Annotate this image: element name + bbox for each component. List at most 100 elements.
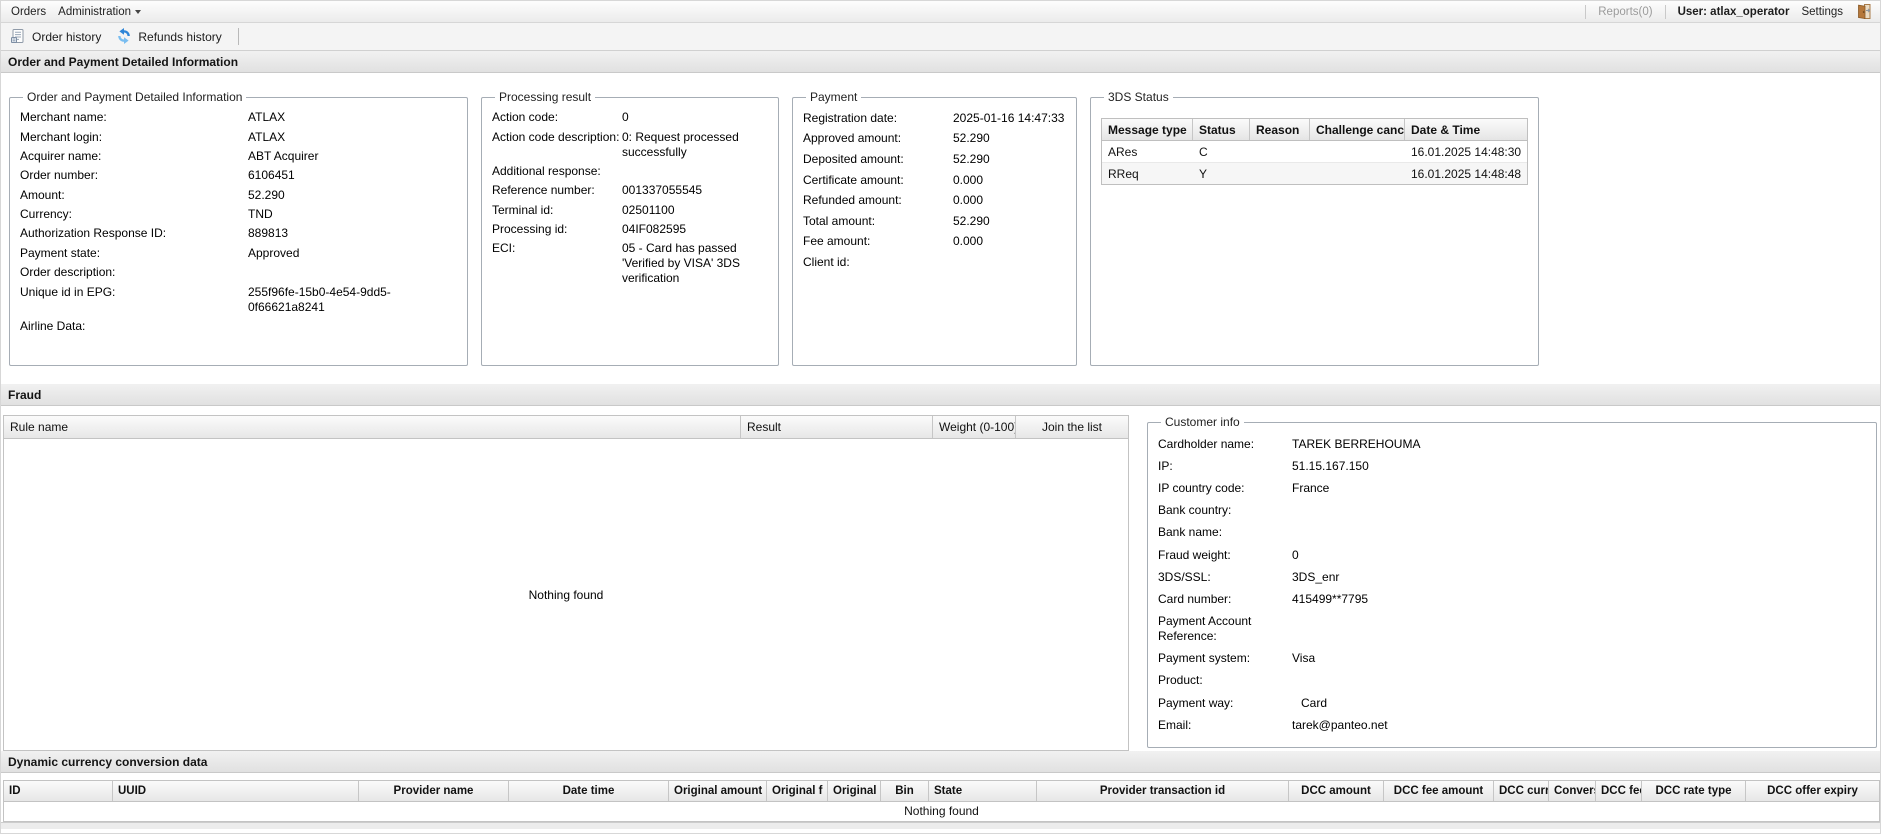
field-row: Airline Data: <box>20 317 457 336</box>
field-value: 001337055545 <box>622 183 703 198</box>
field-row: Bank country: <box>1158 500 1866 522</box>
field-value: Visa <box>1292 651 1316 666</box>
field-value: 52.290 <box>953 213 990 228</box>
field-label: Payment state: <box>20 245 101 260</box>
dcc-table: ID UUID Provider name Date time Original… <box>3 780 1880 822</box>
table-row[interactable]: ARes C 16.01.2025 14:48:30 <box>1102 141 1527 163</box>
field-label: Unique id in EPG: <box>20 284 116 299</box>
field-row: Currency: TND <box>20 205 457 224</box>
column-header[interactable]: ID <box>4 781 112 801</box>
table-row[interactable]: RReq Y 16.01.2025 14:48:48 <box>1102 163 1527 184</box>
field-value: 889813 <box>248 226 289 241</box>
cell-status: C <box>1199 144 1208 159</box>
menu-separator <box>1664 4 1666 19</box>
column-header[interactable]: Result <box>740 416 932 438</box>
field-label: Merchant login: <box>20 129 103 144</box>
cell-status: Y <box>1199 166 1208 181</box>
column-header[interactable]: Provider transaction id <box>1036 781 1288 801</box>
column-header[interactable]: DCC fee <box>1595 781 1641 801</box>
order-info-panel: Order and Payment Detailed Information M… <box>9 90 468 366</box>
toolbar-separator <box>237 28 239 45</box>
field-row: Processing id: 04IF082595 <box>492 220 768 239</box>
cell-message-type: ARes <box>1108 144 1138 159</box>
column-header[interactable]: Date & Time <box>1405 119 1527 140</box>
field-row: Card number: 415499**7795 <box>1158 588 1866 610</box>
column-header[interactable]: Challenge cancel <box>1310 119 1405 140</box>
field-row: Additional response: <box>492 162 768 181</box>
page-title: Order and Payment Detailed Information <box>1 51 1880 73</box>
field-label: Acquirer name: <box>20 148 102 163</box>
detail-panels: Order and Payment Detailed Information M… <box>1 73 1880 384</box>
field-label: Payment system: <box>1158 651 1251 666</box>
field-label: Card number: <box>1158 591 1232 606</box>
field-row: Merchant name: ATLAX <box>20 108 457 127</box>
dcc-table-body: Nothing found <box>3 802 1880 822</box>
field-row: Deposited amount: 52.290 <box>803 149 1066 170</box>
field-label: Authorization Response ID: <box>20 226 167 241</box>
field-row: Bank name: <box>1158 522 1866 544</box>
customer-info-legend: Customer info <box>1165 415 1240 429</box>
field-row: Product: <box>1158 670 1866 692</box>
column-header[interactable]: DCC offer expiry <box>1745 781 1879 801</box>
field-label: 3DS/SSL: <box>1158 569 1211 584</box>
field-value: tarek@panteo.net <box>1292 717 1388 732</box>
menu-item-reports[interactable]: Reports(0) <box>1598 6 1652 18</box>
column-header[interactable]: Original amount <box>668 781 766 801</box>
column-header[interactable]: UUID <box>112 781 358 801</box>
column-header[interactable]: Reason <box>1250 119 1310 140</box>
column-header[interactable]: Bin <box>880 781 928 801</box>
menu-orders-label: Orders <box>11 5 47 18</box>
menu-item-orders[interactable]: Orders <box>9 6 52 18</box>
customer-info-panel: Customer info Cardholder name: TAREK BERR… <box>1147 415 1877 748</box>
payment-panel: Payment Registration date: 2025-01-16 14:… <box>792 90 1077 366</box>
column-header[interactable]: Provider name <box>358 781 508 801</box>
field-row: Email: tarek@panteo.net <box>1158 714 1866 736</box>
column-header[interactable]: State <box>928 781 1036 801</box>
menu-item-settings[interactable]: Settings <box>1801 6 1843 18</box>
processing-result-panel: Processing result Action code: 0 Action c… <box>481 90 779 366</box>
column-header[interactable]: Status <box>1193 119 1250 140</box>
order-history-button[interactable]: Order history <box>7 26 107 47</box>
field-label: Bank name: <box>1158 525 1223 540</box>
field-label: Refunded amount: <box>803 193 902 208</box>
column-header[interactable]: Date time <box>508 781 668 801</box>
top-menu-bar: Orders Administration Reports(0) User: a… <box>1 1 1880 23</box>
column-header[interactable]: Weight (0-100) <box>932 416 1015 438</box>
field-label: Fraud weight: <box>1158 547 1231 562</box>
field-row: Reference number: 001337055545 <box>492 181 768 200</box>
logout-door-icon[interactable] <box>1855 3 1872 20</box>
column-header[interactable]: DCC curr <box>1493 781 1548 801</box>
field-label: Cardholder name: <box>1158 436 1255 451</box>
field-value: 52.290 <box>953 131 990 146</box>
column-header[interactable]: Original f <box>766 781 827 801</box>
fraud-section: Rule name Result Weight (0-100) Join the… <box>1 406 1880 751</box>
field-row: Payment state: Approved <box>20 244 457 263</box>
refunds-history-button[interactable]: Refunds history <box>113 26 227 47</box>
field-value: 0.000 <box>953 234 984 249</box>
column-header[interactable]: Original c <box>827 781 880 801</box>
field-label: Deposited amount: <box>803 151 904 166</box>
field-value <box>248 265 457 280</box>
field-row: 3DS/SSL: 3DS_enr <box>1158 566 1866 588</box>
menu-item-administration[interactable]: Administration <box>52 6 147 18</box>
column-header[interactable]: Message type <box>1102 119 1193 140</box>
field-value: 255f96fe-15b0-4e54-9dd5-0f66621a8241 <box>248 284 391 314</box>
column-header[interactable]: DCC amount <box>1288 781 1383 801</box>
field-label: Registration date: <box>803 110 898 125</box>
field-label: Certificate amount: <box>803 172 904 187</box>
column-header[interactable]: DCC rate type <box>1641 781 1745 801</box>
order-info-legend: Order and Payment Detailed Information <box>27 90 243 104</box>
column-header[interactable]: Conversi <box>1548 781 1595 801</box>
field-row: IP: 51.15.167.150 <box>1158 455 1866 477</box>
column-header[interactable]: Join the list <box>1015 416 1128 438</box>
field-value: 0.000 <box>953 193 984 208</box>
cell-message-type: RReq <box>1108 166 1139 181</box>
dcc-table-header: ID UUID Provider name Date time Original… <box>3 780 1880 802</box>
field-label: Order description: <box>20 265 116 280</box>
field-label: Total amount: <box>803 213 876 228</box>
column-header[interactable]: DCC fee amount <box>1383 781 1493 801</box>
field-value: 51.15.167.150 <box>1292 458 1369 473</box>
field-label: Fee amount: <box>803 234 871 249</box>
field-label: Amount: <box>20 187 65 202</box>
column-header[interactable]: Rule name <box>4 416 740 438</box>
